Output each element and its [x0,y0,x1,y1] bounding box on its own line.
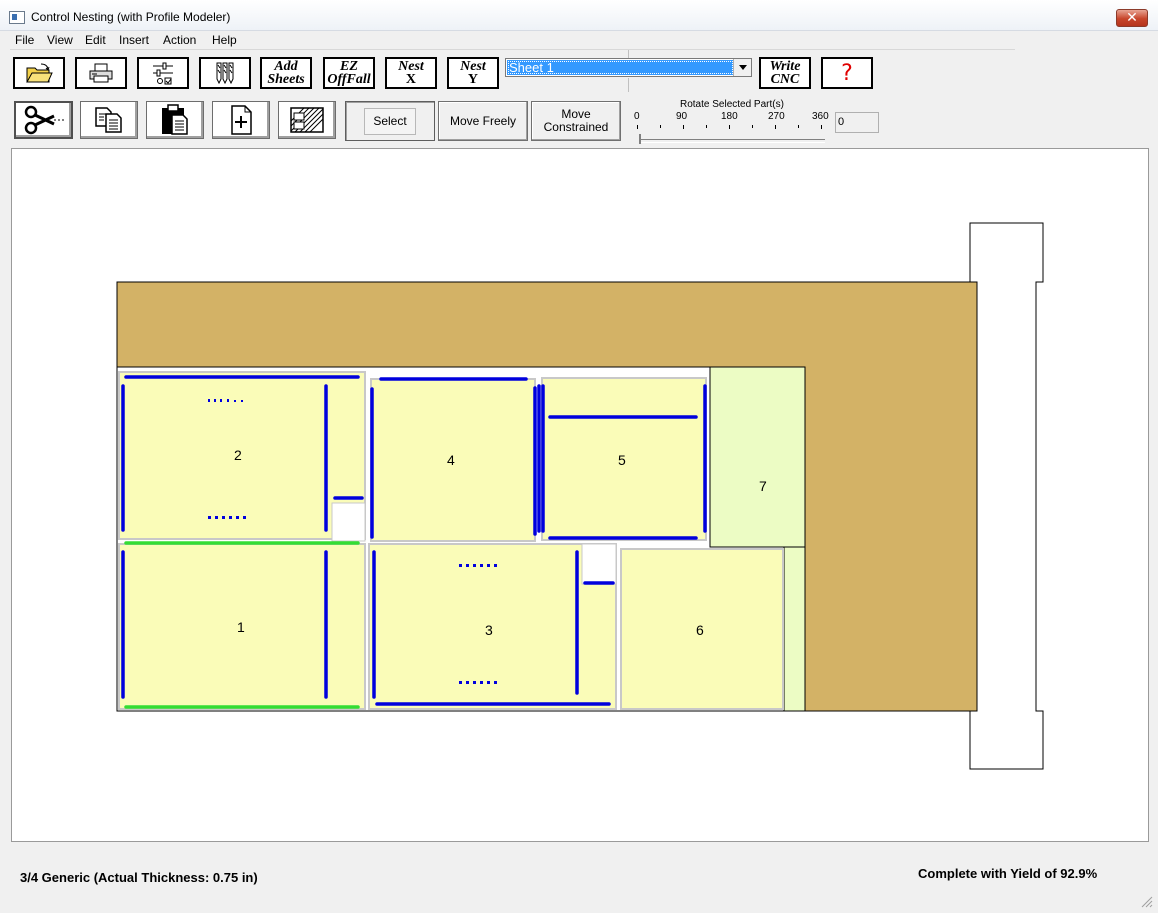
move-constrained-button[interactable]: Move Constrained [531,101,621,141]
tick-label-180: 180 [721,111,738,122]
nest-y-label-2: Y [467,72,479,87]
rotate-slider[interactable] [641,139,825,143]
part-label-7: 7 [759,478,767,494]
menu-separator [10,49,1015,50]
settings-button[interactable] [137,57,189,89]
move-freely-button[interactable]: Move Freely [438,101,528,141]
ez-offfall-label-2: OffFall [327,72,371,87]
open-button[interactable] [13,57,65,89]
tools-icon [216,62,234,85]
write-cnc-label-2: CNC [770,72,800,87]
scissors-icon [24,105,64,135]
nest-y-button[interactable]: Nest Y [447,57,499,89]
slider-tick [798,125,799,128]
menu-file[interactable]: File [15,33,34,47]
move-freely-label: Move Freely [449,113,517,128]
tick-label-360: 360 [812,111,829,122]
help-button[interactable]: ? [821,57,873,89]
window-title: Control Nesting (with Profile Modeler) [31,10,231,24]
resize-grip-icon[interactable] [1141,896,1153,908]
open-folder-icon [26,63,53,83]
select-mode-label: Select [364,107,416,135]
add-sheets-label-2: Sheets [267,72,305,87]
slider-tick [775,125,776,129]
ez-offfall-button[interactable]: EZ OffFall [323,57,375,89]
sheet-select-value: Sheet 1 [507,60,734,75]
part-label-1: 1 [237,619,245,635]
sheet-clamp-outline [969,222,1044,770]
paste-icon [162,104,188,135]
tick-label-0: 0 [634,111,640,122]
copy-button[interactable] [80,101,138,139]
material-status: 3/4 Generic (Actual Thickness: 0.75 in) [20,870,258,885]
part-7 [709,366,806,548]
close-button[interactable]: ✕ [1116,9,1148,27]
menu-action[interactable]: Action [163,33,196,47]
menu-help[interactable]: Help [212,33,237,47]
new-part-button[interactable] [212,101,270,139]
part-label-6: 6 [696,622,704,638]
part-2-notch [331,502,366,542]
chevron-down-icon[interactable] [733,59,751,76]
part-label-4: 4 [447,452,455,468]
part-label-3: 3 [485,622,493,638]
nesting-drawing: 2 4 5 7 1 3 6 [116,222,1044,770]
tools-button[interactable] [199,57,251,89]
rotate-label: Rotate Selected Part(s) [680,99,784,110]
part-3-notch [581,543,617,585]
rotate-input[interactable]: 0 [835,112,879,133]
slider-tick [660,125,661,128]
print-button[interactable] [75,57,127,89]
select-mode-button[interactable]: Select [345,101,435,141]
cut-button[interactable] [14,101,73,139]
slider-tick [683,125,684,129]
tick-label-270: 270 [768,111,785,122]
new-part-icon [231,105,252,135]
app-icon [9,11,25,24]
divider [628,50,629,58]
part-label-2: 2 [234,447,242,463]
menu-edit[interactable]: Edit [85,33,106,47]
sheet-select[interactable]: Sheet 1 [505,58,752,77]
write-cnc-button[interactable]: Write CNC [759,57,811,89]
copy-icon [95,107,122,133]
paste-button[interactable] [146,101,204,139]
menu-insert[interactable]: Insert [119,33,149,47]
slider-tick [752,125,753,128]
menu-bar: File View Edit Insert Action Help [0,31,1158,49]
hatch-icon [290,107,324,133]
slider-tick [729,125,730,129]
move-constrained-label-2: Constrained [543,120,609,134]
tick-label-90: 90 [676,111,688,122]
nest-x-label-2: X [405,72,417,87]
slider-thumb[interactable] [639,134,641,144]
add-sheets-button[interactable]: Add Sheets [260,57,312,89]
divider [628,78,629,92]
nest-x-button[interactable]: Nest X [385,57,437,89]
offfall-strip [783,546,806,712]
slider-tick [637,125,638,129]
slider-tick [821,125,822,129]
part-2 [118,371,366,540]
print-icon [89,63,113,83]
menu-view[interactable]: View [47,33,73,47]
hatch-button[interactable] [278,101,336,139]
yield-status: Complete with Yield of 92.9% [918,866,1098,881]
part-label-5: 5 [618,452,626,468]
slider-tick [706,125,707,128]
nesting-canvas[interactable]: 2 4 5 7 1 3 6 [11,148,1149,842]
help-question-icon: ? [841,60,853,86]
settings-icon [153,62,173,85]
